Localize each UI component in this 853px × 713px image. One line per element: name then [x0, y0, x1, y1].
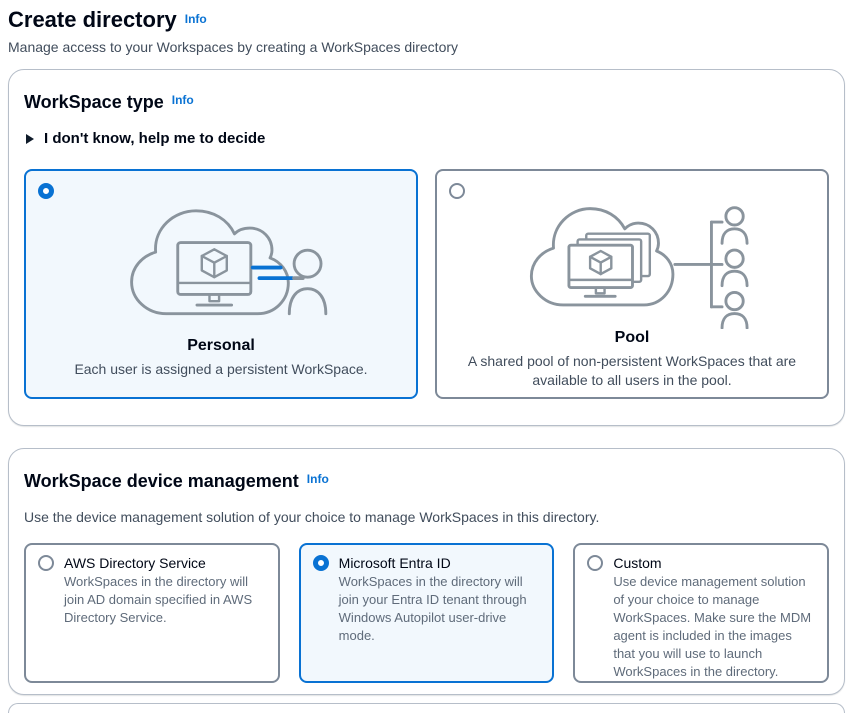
custom-label: Custom — [613, 555, 661, 571]
personal-tile-description: Each user is assigned a persistent WorkS… — [74, 360, 367, 379]
device-management-section: WorkSpace device management Info Use the … — [8, 448, 845, 695]
tile-personal[interactable]: Personal Each user is assigned a persist… — [24, 169, 418, 399]
tile-pool[interactable]: Pool A shared pool of non-persistent Wor… — [435, 169, 829, 399]
device-management-info-link[interactable]: Info — [307, 472, 329, 486]
workspace-type-tiles: Personal Each user is assigned a persist… — [24, 169, 829, 399]
entra-id-description: WorkSpaces in the directory will join yo… — [339, 573, 541, 645]
tile-aws-directory-service[interactable]: AWS Directory Service WorkSpaces in the … — [24, 543, 280, 683]
expand-caret-icon — [26, 134, 34, 144]
device-management-tiles: AWS Directory Service WorkSpaces in the … — [24, 543, 829, 683]
personal-radio[interactable] — [38, 183, 54, 199]
aws-directory-description: WorkSpaces in the directory will join AD… — [64, 573, 266, 627]
create-directory-page: Create directory Info Manage access to yo… — [0, 0, 853, 713]
page-header: Create directory Info Manage access to yo… — [8, 6, 845, 56]
help-me-decide-expander[interactable]: I don't know, help me to decide — [24, 130, 829, 147]
tile-microsoft-entra-id[interactable]: Microsoft Entra ID WorkSpaces in the dir… — [299, 543, 555, 683]
custom-description: Use device management solution of your c… — [613, 573, 815, 681]
device-management-description: Use the device management solution of yo… — [24, 507, 829, 527]
custom-radio[interactable] — [587, 555, 603, 571]
workspace-type-info-link[interactable]: Info — [172, 93, 194, 107]
personal-icon-wrap — [104, 199, 339, 337]
expander-label: I don't know, help me to decide — [44, 130, 265, 147]
page-title-text: Create directory — [8, 7, 177, 32]
page-info-link[interactable]: Info — [185, 12, 207, 26]
page-title: Create directory Info — [8, 6, 845, 33]
pool-tile-label: Pool — [615, 329, 650, 347]
device-management-heading: WorkSpace device management Info — [24, 467, 829, 493]
personal-workspace-cloud-user-icon — [104, 206, 339, 331]
entra-id-radio[interactable] — [313, 555, 329, 571]
tile-custom[interactable]: Custom Use device management solution of… — [573, 543, 829, 683]
pool-tile-description: A shared pool of non-persistent WorkSpac… — [467, 352, 797, 390]
custom-title-row: Custom — [587, 555, 815, 571]
workspace-type-heading-text: WorkSpace type — [24, 92, 164, 112]
entra-id-title-row: Microsoft Entra ID — [313, 555, 541, 571]
workspace-type-heading: WorkSpace type Info — [24, 88, 829, 114]
next-section-container-edge — [8, 703, 845, 713]
pool-icon-wrap — [507, 199, 757, 329]
device-management-heading-text: WorkSpace device management — [24, 471, 299, 491]
workspace-type-section: WorkSpace type Info I don't know, help me… — [8, 69, 845, 426]
aws-directory-label: AWS Directory Service — [64, 555, 206, 571]
page-subtitle: Manage access to your Workspaces by crea… — [8, 38, 845, 56]
personal-tile-label: Personal — [187, 337, 255, 355]
pool-radio[interactable] — [449, 183, 465, 199]
pool-workspaces-cloud-users-icon — [507, 199, 757, 329]
aws-directory-title-row: AWS Directory Service — [38, 555, 266, 571]
aws-directory-radio[interactable] — [38, 555, 54, 571]
entra-id-label: Microsoft Entra ID — [339, 555, 451, 571]
